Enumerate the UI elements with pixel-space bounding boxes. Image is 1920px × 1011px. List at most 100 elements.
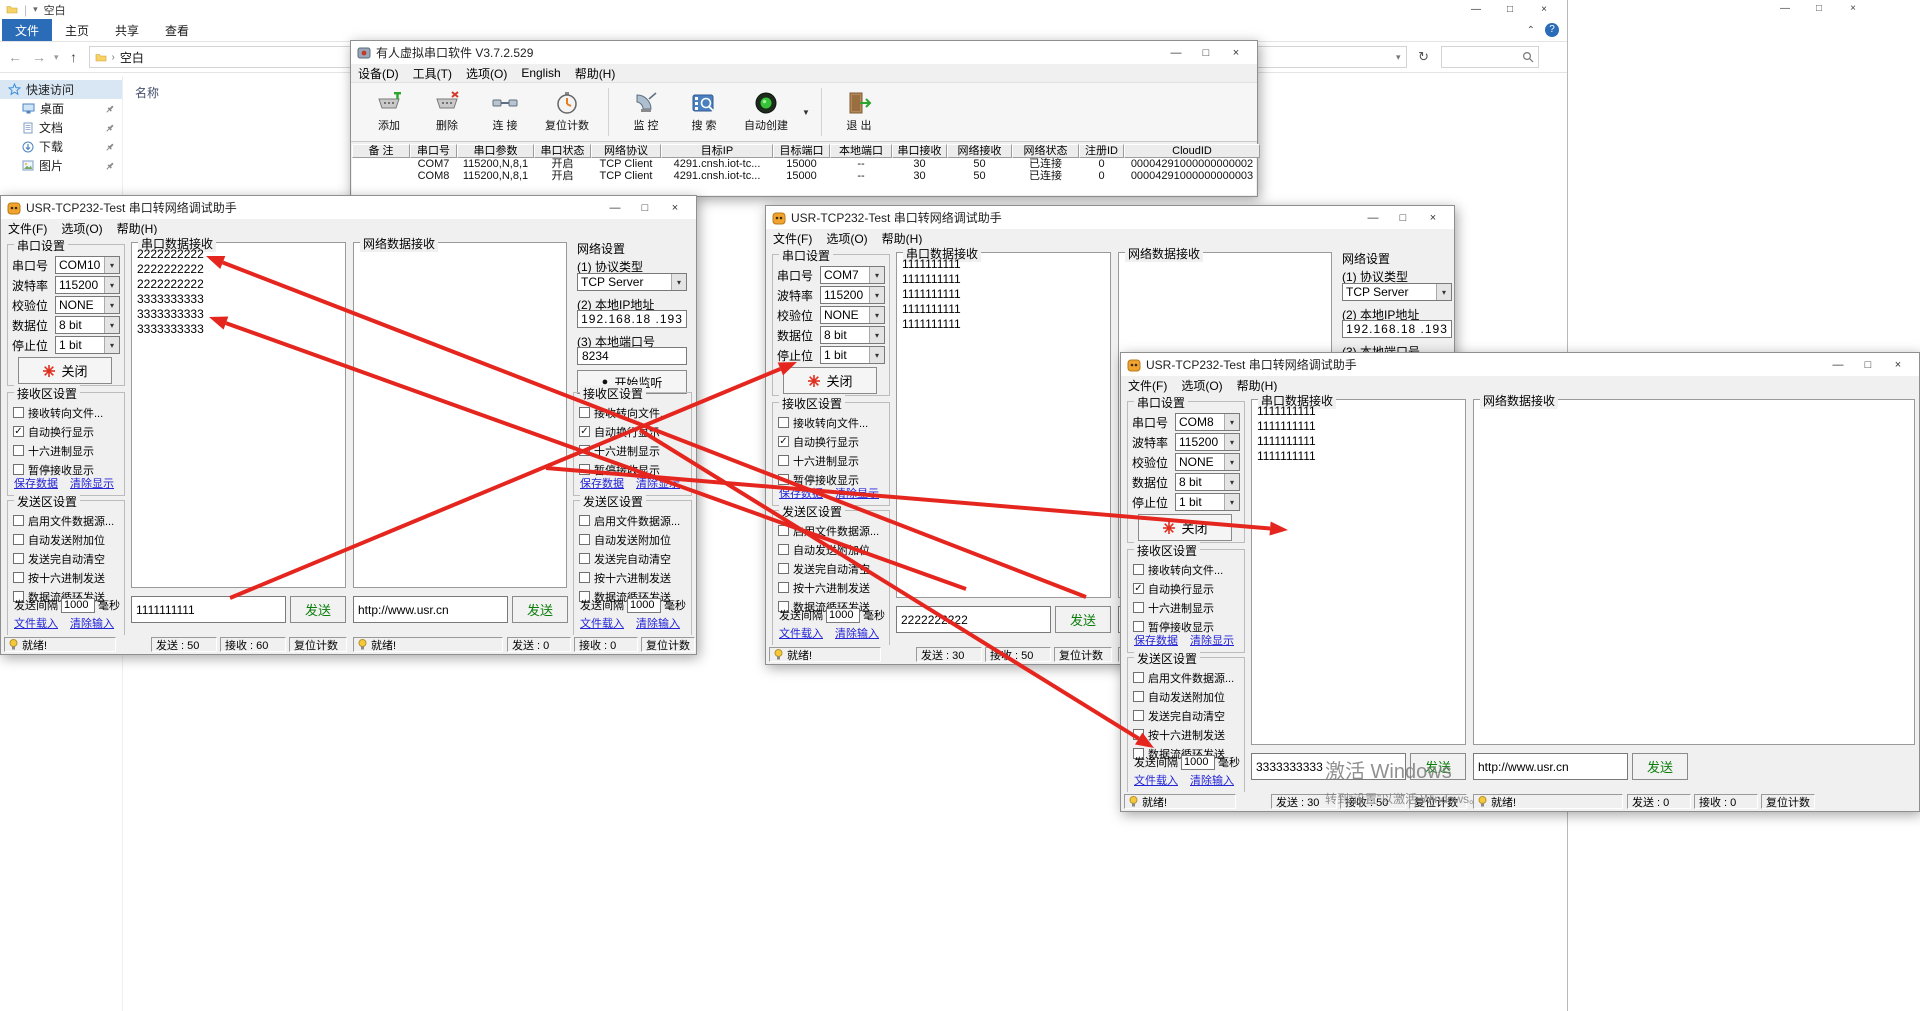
checkbox[interactable] (778, 563, 789, 574)
column-header[interactable]: 目标IP (661, 144, 773, 158)
close-button[interactable]: × (1221, 43, 1251, 63)
action-link[interactable]: 清除输入 (835, 625, 879, 641)
checkbox[interactable] (13, 515, 24, 526)
serial-data-receive-panel[interactable]: 串口数据接收 111111111111111111111111111111111… (1251, 399, 1466, 745)
minimize-button[interactable]: — (1768, 0, 1802, 18)
minimize-button[interactable]: — (1161, 43, 1191, 63)
network-data-receive-panel[interactable]: 网络数据接收 (353, 242, 567, 588)
chevron-down-icon[interactable]: ▾ (104, 337, 119, 353)
field-select[interactable]: NONE▾ (1175, 453, 1240, 471)
history-dropdown-icon[interactable]: ▾ (54, 52, 59, 63)
table-row[interactable]: COM7115200,N,8,1开启TCP Client4291.cnsh.io… (352, 158, 1256, 170)
add-device-button[interactable]: 添加 (363, 85, 415, 140)
action-link[interactable]: 清除显示 (835, 485, 879, 501)
column-header[interactable]: 本地端口 (830, 144, 892, 158)
action-link[interactable]: 文件载入 (580, 615, 624, 631)
checkbox-option[interactable]: 发送完自动清空 (1133, 706, 1243, 725)
menu-item[interactable]: 文件(F) (1128, 377, 1167, 394)
interval-input[interactable] (1181, 755, 1215, 770)
sidebar-item-pictures[interactable]: 图片 (0, 156, 122, 175)
interval-input[interactable] (826, 608, 860, 623)
checkbox-option[interactable]: 启用文件数据源... (579, 511, 690, 530)
search-input[interactable] (1441, 46, 1539, 68)
checkbox[interactable] (579, 553, 590, 564)
field-select[interactable]: COM10▾ (55, 256, 120, 274)
close-button[interactable]: × (1527, 1, 1561, 19)
checkbox-option[interactable]: 按十六进制发送 (13, 568, 123, 587)
checkbox[interactable] (13, 407, 24, 418)
delete-device-button[interactable]: 删除 (421, 85, 473, 140)
field-select[interactable]: COM7▾ (820, 266, 885, 284)
serial-close-button[interactable]: 关闭 (783, 367, 877, 394)
protocol-select[interactable]: TCP Server ▾ (1342, 283, 1452, 301)
title-bar[interactable]: | ▾ 空白 — □ × (0, 0, 1567, 19)
action-link[interactable]: 保存数据 (779, 485, 823, 501)
menu-item[interactable]: 工具(T) (413, 65, 452, 82)
action-link[interactable]: 文件载入 (779, 625, 823, 641)
field-select[interactable]: 8 bit▾ (820, 326, 885, 344)
menu-item[interactable]: English (521, 66, 560, 80)
column-header[interactable]: CloudID (1124, 144, 1260, 158)
network-send-input[interactable] (353, 596, 508, 623)
field-select[interactable]: COM8▾ (1175, 413, 1240, 431)
chevron-down-icon[interactable]: ▾ (1224, 414, 1239, 430)
action-link[interactable]: 保存数据 (580, 475, 624, 491)
checkbox-option[interactable]: 接收转向文件... (13, 403, 123, 422)
checkbox-option[interactable]: 启用文件数据源... (778, 521, 888, 540)
checkbox[interactable] (1133, 672, 1144, 683)
chevron-down-icon[interactable]: ▾ (104, 297, 119, 313)
menu-item[interactable]: 选项(O) (1181, 377, 1222, 394)
checkbox[interactable] (13, 553, 24, 564)
checkbox[interactable]: ✓ (1133, 583, 1144, 594)
title-bar[interactable]: USR-TCP232-Test 串口转网络调试助手 — □ × (1, 196, 696, 219)
checkbox[interactable] (778, 525, 789, 536)
checkbox-option[interactable]: 启用文件数据源... (1133, 668, 1243, 687)
minimize-button[interactable]: — (1823, 355, 1853, 375)
menu-item[interactable]: 选项(O) (466, 65, 507, 82)
field-select[interactable]: 115200▾ (1175, 433, 1240, 451)
checkbox[interactable] (579, 464, 590, 475)
column-header[interactable]: 备 注 (352, 144, 410, 158)
monitor-button[interactable]: 监 控 (620, 85, 672, 140)
tab-view[interactable]: 查看 (152, 19, 202, 41)
checkbox-option[interactable]: 按十六进制发送 (579, 568, 690, 587)
serial-send-button[interactable]: 发送 (290, 596, 346, 623)
action-link[interactable]: 文件载入 (1134, 772, 1178, 788)
maximize-button[interactable]: □ (1493, 1, 1527, 19)
checkbox[interactable]: ✓ (778, 436, 789, 447)
column-header[interactable]: 串口状态 (534, 144, 591, 158)
chevron-down-icon[interactable]: ▾ (104, 277, 119, 293)
local-ip-value[interactable]: 192.168.18 .193 (1342, 320, 1452, 338)
checkbox-option[interactable]: 自动发送附加位 (1133, 687, 1243, 706)
checkbox[interactable]: ✓ (579, 426, 590, 437)
action-link[interactable]: 清除显示 (636, 475, 680, 491)
maximize-button[interactable]: □ (630, 198, 660, 218)
serial-send-input[interactable] (131, 596, 286, 623)
sidebar-item-quick-access[interactable]: 快速访问 (0, 80, 122, 99)
close-button[interactable]: × (1836, 0, 1870, 18)
column-header[interactable]: 串口接收 (892, 144, 947, 158)
auto-create-button[interactable]: 自动创建 (736, 85, 796, 140)
checkbox-option[interactable]: 自动发送附加位 (778, 540, 888, 559)
checkbox-option[interactable]: 接收转向文件... (1133, 560, 1243, 579)
auto-create-dropdown-icon[interactable]: ▼ (802, 108, 810, 117)
menu-item[interactable]: 选项(O) (61, 220, 102, 237)
serial-close-button[interactable]: 关闭 (1138, 514, 1232, 541)
checkbox-option[interactable]: ✓自动换行显示 (579, 422, 690, 441)
title-bar[interactable]: USR-TCP232-Test 串口转网络调试助手 — □ × (766, 206, 1454, 229)
connect-button[interactable]: 连 接 (479, 85, 531, 140)
chevron-down-icon[interactable]: ▾ (1224, 454, 1239, 470)
checkbox-option[interactable]: 自动发送附加位 (13, 530, 123, 549)
action-link[interactable]: 清除输入 (1190, 772, 1234, 788)
checkbox[interactable] (579, 572, 590, 583)
checkbox[interactable] (13, 534, 24, 545)
field-select[interactable]: NONE▾ (820, 306, 885, 324)
interval-input[interactable] (61, 598, 95, 613)
maximize-button[interactable]: □ (1388, 208, 1418, 228)
checkbox-option[interactable]: 按十六进制发送 (778, 578, 888, 597)
forward-button[interactable]: → (30, 49, 48, 65)
maximize-button[interactable]: □ (1802, 0, 1836, 18)
interval-input[interactable] (627, 598, 661, 613)
action-link[interactable]: 清除输入 (636, 615, 680, 631)
checkbox-option[interactable]: 接收转向文件... (579, 403, 690, 422)
